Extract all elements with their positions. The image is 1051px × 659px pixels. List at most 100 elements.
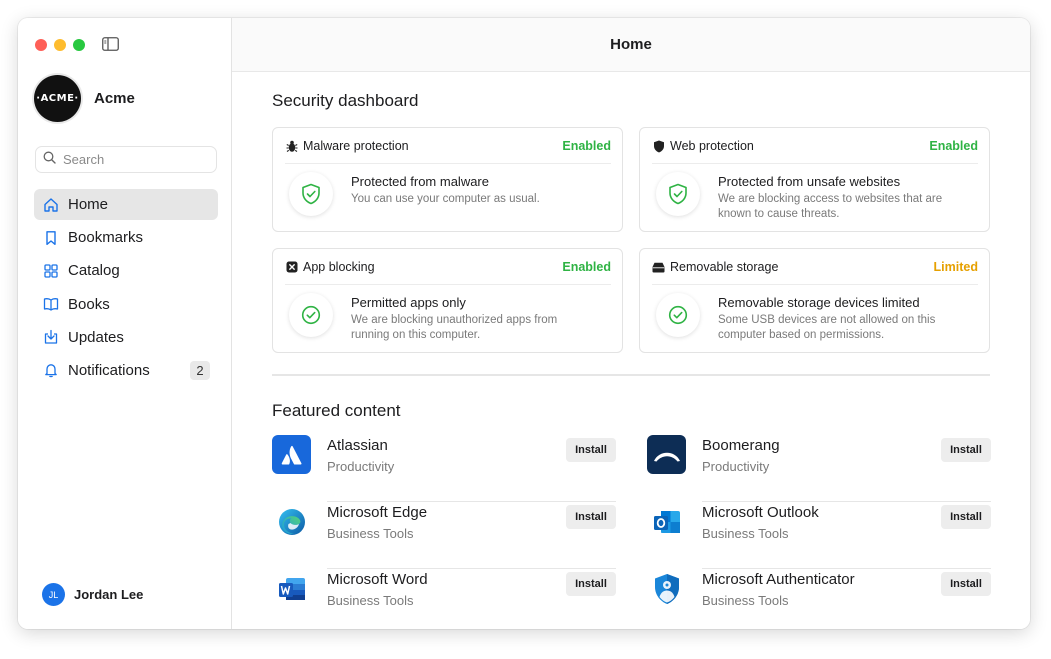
- app-name: Microsoft Word: [327, 571, 428, 588]
- authenticator-icon: [647, 569, 686, 608]
- card-name: Malware protection: [303, 139, 409, 153]
- brand-name: Acme: [94, 90, 135, 107]
- card-title: Removable storage devices limited: [718, 295, 920, 310]
- card-header: Web protection Enabled: [640, 128, 989, 164]
- install-button[interactable]: Install: [566, 438, 616, 462]
- close-window-button[interactable]: [35, 39, 47, 51]
- page-title: Home: [610, 36, 652, 53]
- featured-apps: Atlassian Productivity Install Boomerang…: [272, 435, 991, 629]
- outlook-icon: [647, 502, 686, 541]
- drive-icon: [652, 261, 665, 274]
- sidebar-item-notifications[interactable]: Notifications 2: [34, 355, 218, 386]
- bell-icon: [43, 362, 59, 378]
- app-name: Boomerang: [702, 437, 780, 454]
- app-info: Microsoft Edge Business Tools: [327, 504, 427, 569]
- card-description: Some USB devices are not allowed on this…: [718, 314, 936, 341]
- home-icon: [43, 197, 59, 213]
- card-name: Web protection: [670, 139, 754, 153]
- app-info: Microsoft Authenticator Business Tools: [702, 571, 855, 629]
- search-input[interactable]: [63, 152, 203, 167]
- install-button[interactable]: Install: [566, 505, 616, 529]
- app-item-microsoft-word[interactable]: Microsoft Word Business Tools Install: [272, 569, 616, 629]
- sidebar-item-catalog[interactable]: Catalog: [34, 255, 218, 286]
- sidebar-item-updates[interactable]: Updates: [34, 322, 218, 353]
- sidebar-item-label: Books: [68, 295, 110, 313]
- app-info: Boomerang Productivity: [702, 437, 780, 502]
- card-body: Protected from unsafe websites We are bl…: [640, 164, 989, 222]
- app-category: Business Tools: [327, 526, 414, 541]
- sidebar-toggle-icon[interactable]: [102, 37, 119, 51]
- check-circle-icon: [289, 293, 333, 337]
- window-controls: [35, 39, 85, 51]
- app-info: Microsoft Outlook Business Tools: [702, 504, 819, 569]
- status-badge: Enabled: [562, 139, 611, 153]
- zoom-window-button[interactable]: [73, 39, 85, 51]
- security-card-app-blocking[interactable]: App blocking Enabled Permitted apps only…: [272, 248, 623, 353]
- sidebar-item-bookmarks[interactable]: Bookmarks: [34, 222, 218, 253]
- card-name: Removable storage: [670, 260, 779, 274]
- install-button[interactable]: Install: [941, 505, 991, 529]
- user-profile[interactable]: JL Jordan Lee: [42, 583, 143, 606]
- shield-check-icon: [656, 172, 700, 216]
- sidebar-item-label: Home: [68, 196, 109, 213]
- notification-count-badge: 2: [190, 360, 210, 380]
- app-category: Business Tools: [327, 593, 414, 608]
- app-category: Productivity: [327, 459, 395, 474]
- app-item-microsoft-edge[interactable]: Microsoft Edge Business Tools Install: [272, 502, 616, 569]
- card-title: Permitted apps only: [351, 295, 466, 310]
- book-icon: [43, 296, 59, 312]
- app-name: Microsoft Edge: [327, 504, 428, 521]
- app-item-microsoft-authenticator[interactable]: Microsoft Authenticator Business Tools I…: [647, 569, 991, 629]
- card-header: Malware protection Enabled: [273, 128, 622, 164]
- app-window: ·ACME· Acme Home Bookmarks Catalog: [18, 18, 1030, 629]
- card-name: App blocking: [303, 260, 375, 274]
- security-dashboard-heading: Security dashboard: [272, 91, 419, 110]
- app-item-microsoft-outlook[interactable]: Microsoft Outlook Business Tools Install: [647, 502, 991, 569]
- brand: ·ACME· Acme: [34, 75, 135, 122]
- card-text: Protected from unsafe websites We are bl…: [718, 174, 958, 222]
- title-bar: Home: [232, 18, 1030, 72]
- atlassian-icon: [272, 435, 311, 474]
- shield-icon: [652, 140, 665, 153]
- grid-icon: [43, 263, 59, 279]
- app-name: Microsoft Authenticator: [702, 571, 855, 588]
- app-category: Business Tools: [702, 526, 789, 541]
- sidebar-item-label: Catalog: [68, 262, 120, 280]
- bookmark-icon: [43, 230, 59, 246]
- security-card-removable-storage[interactable]: Removable storage Limited Removable stor…: [639, 248, 990, 353]
- install-button[interactable]: Install: [941, 572, 991, 596]
- security-card-malware[interactable]: Malware protection Enabled Protected fro…: [272, 127, 623, 232]
- app-name: Atlassian: [327, 437, 388, 454]
- boomerang-icon: [647, 435, 686, 474]
- sidebar-item-home[interactable]: Home: [34, 189, 218, 220]
- sidebar-item-books[interactable]: Books: [34, 289, 218, 320]
- download-tray-icon: [43, 329, 59, 345]
- status-badge: Enabled: [929, 139, 978, 153]
- card-header: Removable storage Limited: [640, 249, 989, 285]
- app-item-atlassian[interactable]: Atlassian Productivity Install: [272, 435, 616, 502]
- section-divider: [272, 374, 990, 376]
- app-category: Business Tools: [702, 593, 789, 608]
- status-badge: Limited: [933, 260, 978, 274]
- edge-icon: [272, 502, 311, 541]
- card-description: You can use your computer as usual.: [351, 193, 540, 205]
- main-content: Home Security dashboard Malware protecti…: [232, 18, 1030, 629]
- install-button[interactable]: Install: [566, 572, 616, 596]
- card-header: App blocking Enabled: [273, 249, 622, 285]
- app-category: Productivity: [702, 459, 770, 474]
- app-name: Microsoft Outlook: [702, 504, 819, 521]
- card-body: Permitted apps only We are blocking unau…: [273, 285, 622, 343]
- search-box[interactable]: [35, 146, 217, 173]
- card-title: Protected from malware: [351, 174, 489, 189]
- sidebar-nav: Home Bookmarks Catalog Books Updates Not…: [34, 189, 218, 388]
- security-cards: Malware protection Enabled Protected fro…: [272, 127, 990, 353]
- card-text: Removable storage devices limited Some U…: [718, 295, 958, 343]
- blocked-app-icon: [285, 261, 298, 274]
- security-card-web[interactable]: Web protection Enabled Protected from un…: [639, 127, 990, 232]
- card-description: We are blocking access to websites that …: [718, 193, 943, 220]
- install-button[interactable]: Install: [941, 438, 991, 462]
- app-item-boomerang[interactable]: Boomerang Productivity Install: [647, 435, 991, 502]
- minimize-window-button[interactable]: [54, 39, 66, 51]
- status-badge: Enabled: [562, 260, 611, 274]
- card-title: Protected from unsafe websites: [718, 174, 901, 189]
